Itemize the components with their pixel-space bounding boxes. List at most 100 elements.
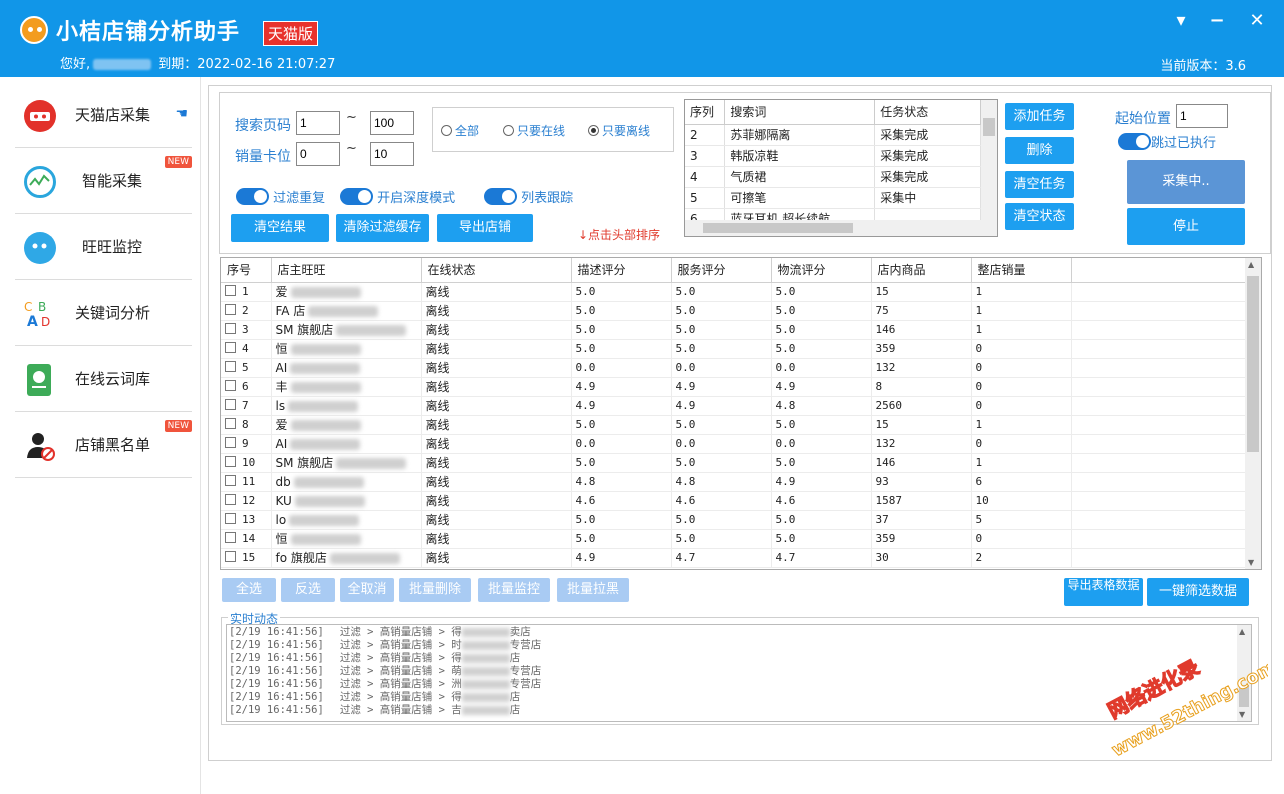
row-checkbox[interactable] <box>225 304 236 315</box>
shop-owner-cell: 爱 <box>271 415 422 435</box>
sales-to-input[interactable] <box>370 142 414 166</box>
row-checkbox[interactable] <box>225 437 236 448</box>
delete-task-button[interactable]: 删除 <box>1005 137 1074 164</box>
blacklist-user-icon <box>24 430 56 462</box>
task-row[interactable]: 2 苏菲娜隔离 采集完成 <box>685 124 981 146</box>
log-shop-suffix: 店 <box>509 704 521 716</box>
table-row[interactable]: 14 恒离线 5.0 5.0 5.0 359 0 <box>221 529 1246 549</box>
collecting-button[interactable]: 采集中.. <box>1127 160 1245 204</box>
table-row[interactable]: 6 丰离线 4.9 4.9 4.9 8 0 <box>221 377 1246 397</box>
col-header[interactable]: 序号 <box>221 258 272 283</box>
radio-all[interactable]: 全部 <box>441 122 479 139</box>
task-cell: 气质裙 <box>724 166 876 188</box>
stop-button[interactable]: 停止 <box>1127 208 1245 245</box>
clear-status-button[interactable]: 清空状态 <box>1005 203 1074 230</box>
table-row[interactable]: 9 AI 离线 0.0 0.0 0.0 132 0 <box>221 434 1246 454</box>
clear-cache-button[interactable]: 清除过滤缓存 <box>336 214 429 242</box>
page-from-input[interactable] <box>296 111 340 135</box>
row-checkbox[interactable] <box>225 380 236 391</box>
radio-online[interactable]: 只要在线 <box>503 122 565 139</box>
table-cell: 离线 <box>421 339 572 359</box>
add-task-button[interactable]: 添加任务 <box>1005 103 1074 130</box>
col-header[interactable]: 物流评分 <box>771 258 872 283</box>
shop-owner-cell: AI <box>271 434 422 454</box>
task-row[interactable]: 4 气质裙 采集完成 <box>685 166 981 188</box>
row-checkbox[interactable] <box>225 285 236 296</box>
row-checkbox[interactable] <box>225 513 236 524</box>
radio-offline[interactable]: 只要离线 <box>588 122 650 139</box>
table-cell: 5.0 <box>671 301 772 321</box>
row-checkbox[interactable] <box>225 551 236 562</box>
row-checkbox[interactable] <box>225 361 236 372</box>
minimize-icon[interactable]: − <box>1206 10 1228 32</box>
row-checkbox[interactable] <box>225 456 236 467</box>
col-header[interactable]: 任务状态 <box>874 100 981 125</box>
table-row[interactable]: 1 爱离线 5.0 5.0 5.0 15 1 <box>221 282 1246 302</box>
batch-delete-button[interactable]: 批量删除 <box>399 578 471 602</box>
table-row[interactable]: 4 恒离线 5.0 5.0 5.0 359 0 <box>221 339 1246 359</box>
row-checkbox[interactable] <box>225 494 236 505</box>
dropdown-menu-icon[interactable]: ▾ <box>1170 10 1192 32</box>
row-checkbox[interactable] <box>225 418 236 429</box>
table-row[interactable]: 2 FA 店离线 5.0 5.0 5.0 75 1 <box>221 301 1246 321</box>
sidebar-item-cloud-lexicon[interactable]: 在线云词库 <box>15 346 192 412</box>
col-header[interactable]: 序列 <box>685 100 726 125</box>
table-row[interactable]: 5 AI 离线 0.0 0.0 0.0 132 0 <box>221 358 1246 378</box>
col-header[interactable]: 搜索词 <box>724 100 876 125</box>
sidebar-item-shop-blacklist[interactable]: 店铺黑名单 NEW <box>15 412 192 478</box>
table-row[interactable]: 15 fo 旗舰店 离线 4.9 4.7 4.7 30 2 <box>221 548 1246 568</box>
row-checkbox[interactable] <box>225 532 236 543</box>
clear-tasks-button[interactable]: 清空任务 <box>1005 171 1074 198</box>
table-row[interactable]: 11 db 离线 4.8 4.8 4.9 93 6 <box>221 472 1246 492</box>
sidebar-item-tmall-collect[interactable]: 天猫店采集 ☚ <box>15 82 192 148</box>
sidebar-item-wangwang-monitor[interactable]: 旺旺监控 <box>15 214 192 280</box>
sidebar-item-smart-collect[interactable]: 智能采集 NEW <box>15 148 192 214</box>
toggle-list-tracking[interactable]: 列表跟踪 <box>484 187 573 206</box>
table-cell: 4.9 <box>571 396 672 416</box>
row-checkbox[interactable] <box>225 342 236 353</box>
row-checkbox[interactable] <box>225 323 236 334</box>
results-table[interactable]: 序号 店主旺旺 在线状态 描述评分 服务评分 物流评分 店内商品 整店销量 1 爱… <box>220 257 1262 570</box>
log-vscrollbar[interactable]: ▲ ▼ <box>1237 625 1251 721</box>
col-header[interactable]: 描述评分 <box>571 258 672 283</box>
col-header[interactable]: 整店销量 <box>971 258 1072 283</box>
sidebar-item-keyword-analysis[interactable]: CBAD 关键词分析 <box>15 280 192 346</box>
unselect-all-button[interactable]: 全取消 <box>340 578 394 602</box>
task-hscrollbar[interactable] <box>685 220 997 236</box>
task-row[interactable]: 3 韩版凉鞋 采集完成 <box>685 145 981 167</box>
col-header[interactable]: 店内商品 <box>871 258 972 283</box>
table-row[interactable]: 13 lo 离线 5.0 5.0 5.0 37 5 <box>221 510 1246 530</box>
row-checkbox[interactable] <box>225 399 236 410</box>
table-row[interactable]: 3 SM 旗舰店 离线 5.0 5.0 5.0 146 1 <box>221 320 1246 340</box>
batch-monitor-button[interactable]: 批量监控 <box>478 578 550 602</box>
task-row[interactable]: 5 可擦笔 采集中 <box>685 187 981 209</box>
export-shops-button[interactable]: 导出店铺 <box>437 214 533 242</box>
toggle-skip-executed[interactable]: 跳过已执行 <box>1118 132 1216 151</box>
blurred-text <box>290 287 361 298</box>
table-row[interactable]: 10 SM 旗舰店 离线 5.0 5.0 5.0 146 1 <box>221 453 1246 473</box>
table-cell: 1 <box>971 301 1072 321</box>
close-icon[interactable]: ✕ <box>1246 10 1268 32</box>
export-table-button[interactable]: 导出表格数据 <box>1064 578 1143 606</box>
results-vscrollbar[interactable]: ▲ ▼ <box>1245 258 1261 569</box>
invert-select-button[interactable]: 反选 <box>281 578 335 602</box>
table-row[interactable]: 7 ls 离线 4.9 4.9 4.8 2560 0 <box>221 396 1246 416</box>
log-panel[interactable]: [2/19 16:41:56] 过滤 > 高销量店铺 > 得卖店 [2/19 16:… <box>226 624 1252 722</box>
select-all-button[interactable]: 全选 <box>222 578 276 602</box>
start-position-input[interactable] <box>1176 104 1228 128</box>
col-header[interactable]: 服务评分 <box>671 258 772 283</box>
task-table[interactable]: 序列 搜索词 任务状态 2 苏菲娜隔离 采集完成 3 韩版凉鞋 采集完成 4 气质裙 采集完成 5… <box>684 99 998 237</box>
page-to-input[interactable] <box>370 111 414 135</box>
sales-from-input[interactable] <box>296 142 340 166</box>
col-header[interactable]: 在线状态 <box>421 258 572 283</box>
batch-blacklist-button[interactable]: 批量拉黑 <box>557 578 629 602</box>
table-row[interactable]: 12 KU 离线 4.6 4.6 4.6 1587 10 <box>221 491 1246 511</box>
toggle-deep-mode[interactable]: 开启深度模式 <box>340 187 455 206</box>
col-header[interactable]: 店主旺旺 <box>271 258 422 283</box>
clear-results-button[interactable]: 清空结果 <box>231 214 329 242</box>
table-row[interactable]: 8 爱离线 5.0 5.0 5.0 15 1 <box>221 415 1246 435</box>
row-checkbox[interactable] <box>225 475 236 486</box>
filter-data-button[interactable]: 一键筛选数据 <box>1147 578 1249 606</box>
task-vscrollbar[interactable] <box>981 100 997 236</box>
toggle-filter-duplicates[interactable]: 过滤重复 <box>236 187 325 206</box>
